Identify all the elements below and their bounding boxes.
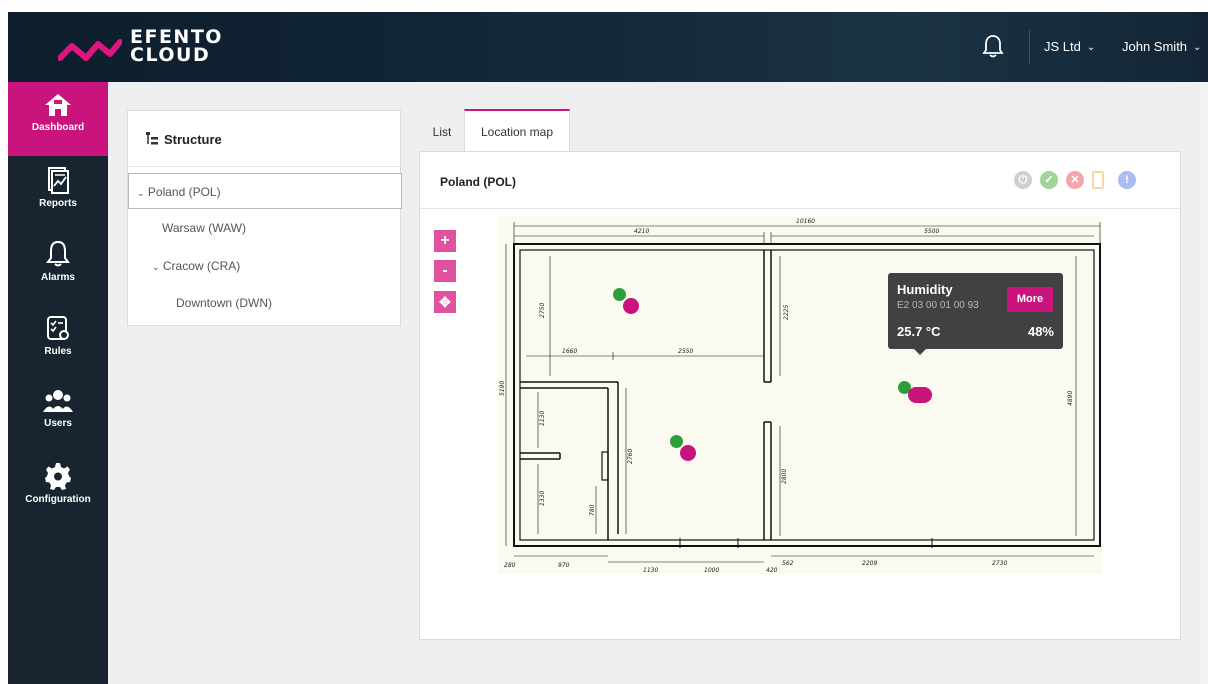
dim-label: 2760 — [627, 449, 634, 464]
zoom-out-button[interactable]: - — [434, 260, 456, 282]
dim-label: 2225 — [783, 305, 790, 320]
gear-icon — [45, 463, 71, 490]
sidebar-item-label: Alarms — [41, 272, 75, 283]
ok-check-icon — [670, 435, 683, 448]
home-icon — [45, 94, 71, 116]
battery-icon[interactable] — [1092, 171, 1104, 189]
sidebar-item-reports[interactable]: Reports — [8, 156, 108, 230]
tree-item-warsaw[interactable]: Warsaw (WAW) — [162, 221, 246, 235]
dim-label: 2550 — [678, 348, 693, 355]
thermometer-drop-icon — [908, 387, 932, 403]
report-icon — [48, 167, 69, 194]
sidebar-item-alarms[interactable]: Alarms — [8, 230, 108, 304]
app-logo[interactable]: EFENTO CLOUD — [130, 28, 223, 66]
error-x-icon[interactable]: ✕ — [1066, 171, 1084, 189]
chevron-down-icon: ⌄ — [137, 188, 145, 198]
app-frame: EFENTO CLOUD JS Ltd ⌄ John Smith ⌄ Dashboa… — [8, 12, 1208, 684]
thermometer-icon — [623, 298, 639, 314]
dim-label: 562 — [782, 560, 794, 567]
tree-item-poland[interactable]: ⌄ Poland (POL) — [128, 173, 402, 209]
tree-structure-icon — [146, 132, 158, 145]
structure-header: Structure — [128, 111, 400, 167]
dim-label: 1000 — [704, 567, 719, 574]
user-menu[interactable]: John Smith ⌄ — [1122, 39, 1201, 54]
dim-label: 1130 — [539, 411, 546, 426]
sidebar-item-configuration[interactable]: Configuration — [8, 452, 108, 526]
tree-item-text: Poland (POL) — [147, 185, 221, 199]
chevron-down-icon: ⌄ — [1086, 42, 1096, 53]
dim-label: 2209 — [862, 560, 877, 567]
sensor-tooltip: Humidity E2 03 00 01 00 93 More 25.7 °C … — [888, 273, 1063, 355]
zoom-in-button[interactable]: + — [434, 230, 456, 252]
bell-icon[interactable] — [982, 34, 1004, 58]
dim-label: 420 — [766, 567, 778, 574]
sidebar-item-dashboard[interactable]: Dashboard — [8, 82, 108, 156]
users-icon — [43, 390, 73, 412]
map-header: Poland (POL) ⏻ ✓ ✕ ! — [420, 152, 1180, 209]
structure-panel: Structure ⌄ Poland (POL) Warsaw (WAW) ⌄ … — [127, 110, 402, 326]
dim-label: 2750 — [539, 303, 546, 318]
tab-list[interactable]: List — [420, 109, 464, 151]
location-map-panel: Poland (POL) ⏻ ✓ ✕ ! + - ✥ 10160 4210 55… — [419, 151, 1181, 640]
ok-check-icon[interactable]: ✓ — [1040, 171, 1058, 189]
dim-label: 970 — [558, 562, 570, 569]
map-title: Poland (POL) — [440, 175, 516, 189]
chevron-down-icon: ⌄ — [1193, 42, 1202, 53]
dim-label: 4890 — [1067, 391, 1074, 406]
more-button[interactable]: More — [1007, 287, 1053, 312]
dim-label: 4210 — [634, 228, 649, 235]
power-icon[interactable]: ⏻ — [1014, 171, 1032, 189]
dim-label: 2800 — [781, 469, 788, 484]
tooltip-title: Humidity — [897, 282, 953, 297]
sidebar-item-label: Configuration — [25, 494, 91, 505]
organization-dropdown[interactable]: JS Ltd ⌄ — [1044, 39, 1095, 54]
structure-title: Structure — [164, 132, 222, 147]
dim-label: 1660 — [562, 348, 577, 355]
sidebar-item-label: Reports — [39, 198, 77, 209]
dim-label: 780 — [589, 504, 596, 516]
logo-mark-icon — [58, 39, 122, 61]
sidebar-item-label: Rules — [44, 346, 72, 357]
info-icon[interactable]: ! — [1118, 171, 1136, 189]
dim-label: 5500 — [924, 228, 939, 235]
dim-label: 1130 — [643, 567, 658, 574]
floor-plan-drawing: 10160 4210 5500 2750 2225 1660 2550 5190… — [499, 218, 1101, 574]
logo-line-2: CLOUD — [130, 44, 211, 66]
sensor-humidity[interactable] — [898, 381, 934, 407]
sidebar-item-rules[interactable]: Rules — [8, 304, 108, 378]
dim-label: 10160 — [796, 218, 815, 225]
floor-plan: 10160 4210 5500 2750 2225 1660 2550 5190… — [498, 216, 1102, 574]
top-bar: EFENTO CLOUD JS Ltd ⌄ John Smith ⌄ — [8, 12, 1208, 82]
page-scrollbar[interactable] — [1200, 82, 1208, 684]
pan-move-icon[interactable]: ✥ — [434, 291, 456, 313]
sidebar-item-label: Dashboard — [31, 122, 85, 133]
tooltip-temperature: 25.7 °C — [897, 324, 941, 339]
sensor-temperature-1[interactable] — [613, 288, 643, 314]
dim-label: 280 — [504, 562, 516, 569]
thermometer-icon — [680, 445, 696, 461]
tree-item-text: Cracow (CRA) — [162, 259, 241, 273]
chevron-down-icon: ⌄ — [152, 262, 160, 272]
dim-label: 2730 — [992, 560, 1007, 567]
tree-item-label: ⌄ Poland (POL) — [137, 185, 221, 199]
user-name: John Smith — [1122, 39, 1188, 54]
tree-item-downtown[interactable]: Downtown (DWN) — [176, 296, 272, 310]
bell-icon — [46, 240, 70, 267]
sidebar: Dashboard Reports Alarms Rules Users Con… — [8, 82, 108, 684]
organization-label: JS Ltd — [1044, 39, 1081, 54]
tooltip-humidity: 48% — [1027, 324, 1054, 339]
dim-label: 1330 — [539, 491, 546, 506]
sensor-temperature-2[interactable] — [670, 435, 700, 461]
tab-location-map[interactable]: Location map — [464, 109, 570, 152]
header-divider — [1029, 30, 1030, 64]
ok-check-icon — [613, 288, 626, 301]
rules-icon — [47, 316, 69, 340]
dim-label: 5190 — [499, 381, 506, 396]
sidebar-item-users[interactable]: Users — [8, 378, 108, 452]
sidebar-item-label: Users — [44, 418, 72, 429]
tooltip-serial: E2 03 00 01 00 93 — [897, 300, 979, 311]
tree-item-cracow[interactable]: ⌄ Cracow (CRA) — [152, 259, 240, 273]
